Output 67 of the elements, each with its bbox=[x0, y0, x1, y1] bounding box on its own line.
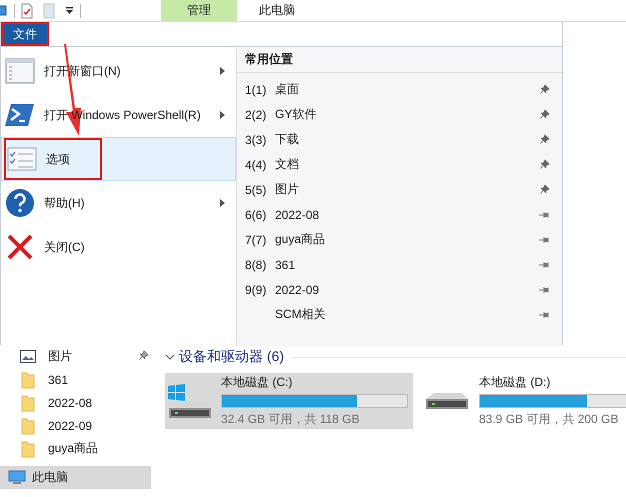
unpinned-icon[interactable] bbox=[539, 286, 550, 294]
document-check-icon[interactable] bbox=[21, 2, 33, 18]
pinned-icon[interactable] bbox=[540, 158, 550, 168]
folder-icon bbox=[21, 370, 35, 388]
section-header: 常用位置 bbox=[245, 51, 293, 68]
drive-tile[interactable]: 本地磁盘 (D:) 83.9 GB 可用，共 200 GB bbox=[423, 373, 626, 429]
drive-space: 83.9 GB 可用，共 200 GB bbox=[479, 411, 620, 428]
drive-tile[interactable]: 本地磁盘 (C:) 32.4 GB 可用，共 118 GB bbox=[165, 373, 413, 429]
menu-item-label: 帮助(H) bbox=[44, 194, 85, 212]
item-number: 6(6) bbox=[245, 208, 268, 222]
menu-item[interactable]: 选项 bbox=[1, 137, 236, 181]
recent-location-item[interactable]: 1(1) 桌面 bbox=[237, 77, 562, 102]
chevron-down-icon[interactable] bbox=[165, 354, 175, 360]
folder-icon bbox=[21, 394, 35, 412]
recent-location-item[interactable]: 2(2) GY软件 bbox=[237, 102, 562, 127]
ribbon-tab[interactable]: 此电脑 bbox=[259, 0, 295, 21]
file-tab-button[interactable]: 文件 bbox=[3, 24, 47, 44]
menu-item-label: 关闭(C) bbox=[44, 238, 85, 256]
nav-item[interactable]: 2022-08 bbox=[0, 391, 151, 414]
options-list-icon bbox=[7, 146, 37, 172]
recent-location-item[interactable]: 9(9) 2022-09 bbox=[237, 277, 562, 302]
pinned-icon[interactable] bbox=[540, 184, 550, 194]
help-icon bbox=[5, 188, 35, 218]
menu-item-label: 选项 bbox=[46, 150, 70, 168]
drive-name: 本地磁盘 (D:) bbox=[479, 374, 552, 391]
pinned-icon[interactable] bbox=[540, 84, 550, 94]
nav-item[interactable]: 图片 bbox=[0, 345, 151, 368]
computer-icon bbox=[8, 470, 26, 485]
recent-location-item[interactable]: 4(4) 文档 bbox=[237, 152, 562, 177]
recent-location-item[interactable]: 8(8) 361 bbox=[237, 252, 562, 277]
ribbon-tab[interactable]: 管理 bbox=[161, 0, 237, 21]
item-number: 1(1) bbox=[245, 82, 268, 96]
menu-item[interactable]: 关闭(C) bbox=[1, 225, 236, 269]
dropdown-icon[interactable] bbox=[65, 6, 74, 16]
window-icon bbox=[5, 58, 35, 84]
folder-icon bbox=[21, 416, 35, 434]
section-header: 设备和驱动器 (6) bbox=[179, 348, 284, 366]
unpinned-icon[interactable] bbox=[539, 210, 550, 218]
powershell-icon bbox=[5, 102, 35, 128]
nav-item[interactable]: guya商品 bbox=[0, 437, 151, 460]
close-icon bbox=[7, 234, 33, 260]
drive-name: 本地磁盘 (C:) bbox=[221, 374, 294, 391]
item-number: 3(3) bbox=[245, 132, 268, 146]
folder-icon bbox=[21, 440, 35, 458]
item-number: 5(5) bbox=[245, 182, 268, 196]
nav-item[interactable]: 2022-09 bbox=[0, 414, 151, 437]
unpinned-icon[interactable] bbox=[539, 310, 550, 318]
pictures-icon bbox=[20, 350, 36, 363]
recent-location-item[interactable]: SCM相关 bbox=[237, 302, 562, 327]
item-number: 8(8) bbox=[245, 258, 268, 272]
item-number: 4(4) bbox=[245, 158, 268, 172]
pinned-icon[interactable] bbox=[540, 108, 550, 118]
recent-location-item[interactable]: 6(6) 2022-08 bbox=[237, 202, 562, 227]
pinned-icon[interactable] bbox=[540, 134, 550, 144]
item-number: 2(2) bbox=[245, 108, 268, 122]
nav-item[interactable]: 361 bbox=[0, 368, 151, 391]
recent-location-item[interactable]: 3(3) 下载 bbox=[237, 127, 562, 152]
pin-icon[interactable] bbox=[139, 350, 149, 360]
item-number: 9(9) bbox=[245, 282, 268, 296]
item-number: 7(7) bbox=[245, 232, 268, 246]
recent-location-item[interactable]: 7(7) guya商品 bbox=[237, 227, 562, 252]
menu-item[interactable]: 帮助(H) bbox=[1, 181, 236, 225]
recent-location-item[interactable]: 5(5) 图片 bbox=[237, 177, 562, 202]
unpinned-icon[interactable] bbox=[539, 260, 550, 268]
unpinned-icon[interactable] bbox=[539, 236, 550, 244]
nav-item[interactable]: 此电脑 bbox=[0, 466, 151, 489]
drive-space: 32.4 GB 可用，共 118 GB bbox=[221, 411, 360, 428]
